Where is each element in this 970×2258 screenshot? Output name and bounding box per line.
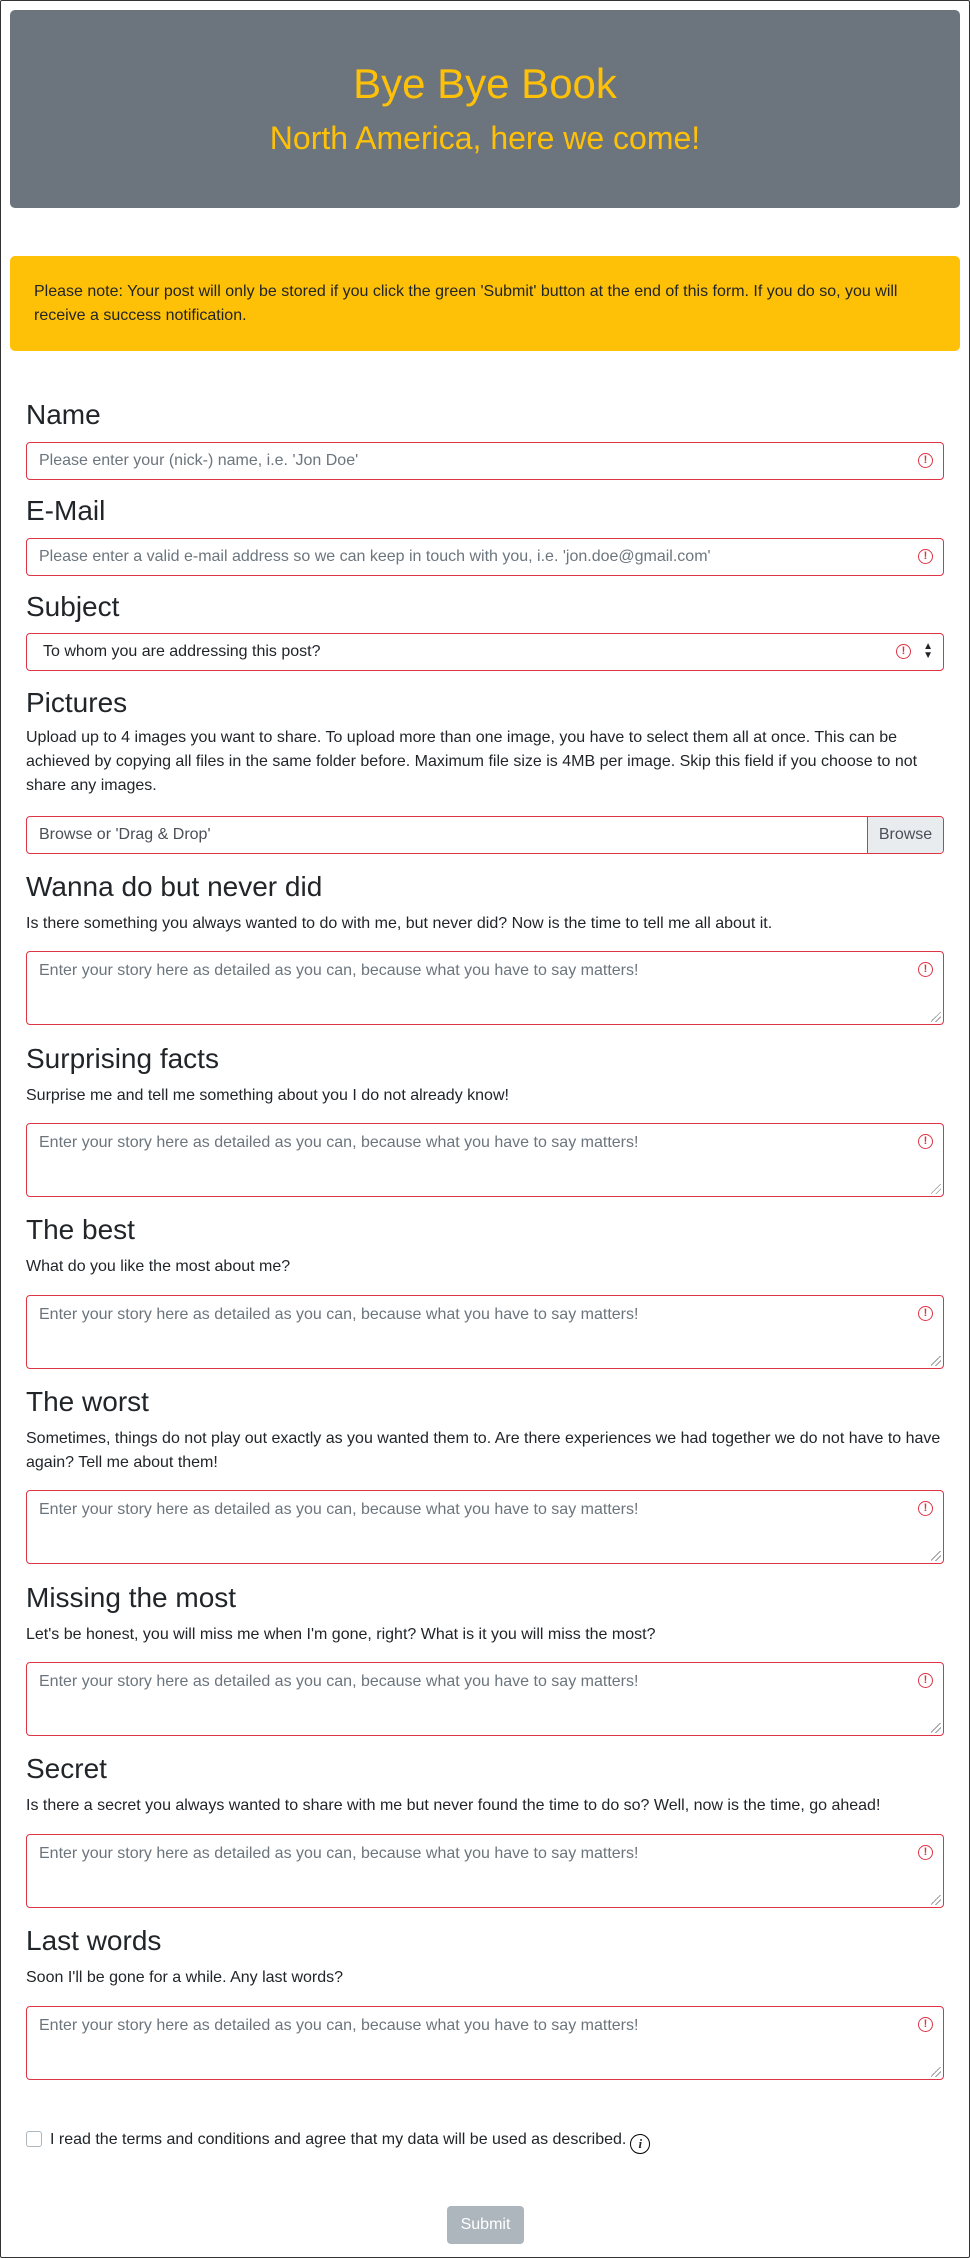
section-label: The best bbox=[26, 1214, 135, 1245]
page-subtitle: North America, here we come! bbox=[269, 120, 701, 156]
invalid-icon: ! bbox=[918, 1673, 933, 1688]
invalid-icon: ! bbox=[918, 1306, 933, 1321]
submit-button[interactable]: Submit bbox=[447, 2206, 524, 2244]
resize-handle[interactable] bbox=[931, 2067, 941, 2077]
invalid-icon: ! bbox=[918, 453, 933, 468]
subject-selected-value: To whom you are addressing this post? bbox=[43, 643, 321, 660]
email-placeholder: Please enter a valid e-mail address so w… bbox=[39, 548, 711, 565]
story-placeholder: Enter your story here as detailed as you… bbox=[39, 1501, 639, 1518]
invalid-icon: ! bbox=[918, 1134, 933, 1149]
section-secret: Secret Is there a secret you always want… bbox=[26, 1752, 944, 1818]
invalid-icon: ! bbox=[918, 2017, 933, 2032]
invalid-icon: ! bbox=[918, 962, 933, 977]
pictures-section: Pictures Upload up to 4 images you want … bbox=[26, 686, 944, 798]
the-worst-textarea[interactable]: Enter your story here as detailed as you… bbox=[26, 1490, 944, 1564]
section-the-best: The best What do you like the most about… bbox=[26, 1213, 944, 1279]
resize-handle[interactable] bbox=[931, 1895, 941, 1905]
terms-checkbox[interactable] bbox=[26, 2131, 42, 2147]
submit-notice-alert: Please note: Your post will only be stor… bbox=[10, 256, 960, 351]
invalid-icon: ! bbox=[918, 549, 933, 564]
section-label: Surprising facts bbox=[26, 1043, 219, 1074]
terms-label: I read the terms and conditions and agre… bbox=[50, 2131, 627, 2148]
email-input[interactable]: Please enter a valid e-mail address so w… bbox=[26, 538, 944, 576]
subject-label: Subject bbox=[26, 591, 120, 622]
invalid-icon: ! bbox=[896, 644, 911, 659]
browse-button[interactable]: Browse bbox=[867, 817, 943, 853]
story-placeholder: Enter your story here as detailed as you… bbox=[39, 1845, 639, 1862]
terms-row: I read the terms and conditions and agre… bbox=[26, 2128, 651, 2154]
email-section: E-Mail bbox=[26, 494, 944, 528]
pictures-file-input[interactable]: Browse or 'Drag & Drop' Browse bbox=[26, 816, 944, 854]
name-input[interactable]: Please enter your (nick-) name, i.e. 'Jo… bbox=[26, 442, 944, 480]
section-the-worst: The worst Sometimes, things do not play … bbox=[26, 1385, 944, 1475]
name-section: Name bbox=[26, 398, 944, 432]
subject-section: Subject bbox=[26, 590, 944, 624]
page-title: Bye Bye Book bbox=[353, 60, 617, 107]
resize-handle[interactable] bbox=[931, 1551, 941, 1561]
name-placeholder: Please enter your (nick-) name, i.e. 'Jo… bbox=[39, 452, 359, 469]
story-placeholder: Enter your story here as detailed as you… bbox=[39, 1306, 639, 1323]
email-label: E-Mail bbox=[26, 495, 106, 526]
surprising-facts-textarea[interactable]: Enter your story here as detailed as you… bbox=[26, 1123, 944, 1197]
section-last-words: Last words Soon I'll be gone for a while… bbox=[26, 1924, 944, 1990]
missing-the-most-textarea[interactable]: Enter your story here as detailed as you… bbox=[26, 1662, 944, 1736]
pictures-description: Upload up to 4 images you want to share.… bbox=[26, 729, 918, 794]
section-description: Is there something you always wanted to … bbox=[26, 915, 773, 932]
pictures-label: Pictures bbox=[26, 687, 128, 718]
invalid-icon: ! bbox=[918, 1845, 933, 1860]
subject-select[interactable]: To whom you are addressing this post? ! … bbox=[26, 633, 944, 671]
the-best-textarea[interactable]: Enter your story here as detailed as you… bbox=[26, 1295, 944, 1369]
resize-handle[interactable] bbox=[931, 1723, 941, 1733]
section-label: Secret bbox=[26, 1753, 107, 1784]
section-wanna-do: Wanna do but never did Is there somethin… bbox=[26, 870, 944, 936]
section-description: Soon I'll be gone for a while. Any last … bbox=[26, 1969, 344, 1986]
section-description: Let's be honest, you will miss me when I… bbox=[26, 1626, 656, 1643]
section-label: Wanna do but never did bbox=[26, 871, 323, 902]
invalid-icon: ! bbox=[918, 1501, 933, 1516]
story-placeholder: Enter your story here as detailed as you… bbox=[39, 962, 639, 979]
story-placeholder: Enter your story here as detailed as you… bbox=[39, 2017, 639, 2034]
page-header: Bye Bye Book North America, here we come… bbox=[10, 10, 960, 208]
resize-handle[interactable] bbox=[931, 1356, 941, 1366]
section-description: What do you like the most about me? bbox=[26, 1258, 291, 1275]
last-words-textarea[interactable]: Enter your story here as detailed as you… bbox=[26, 2006, 944, 2080]
section-description: Is there a secret you always wanted to s… bbox=[26, 1797, 881, 1814]
info-icon[interactable]: i bbox=[630, 2134, 651, 2154]
section-missing-the-most: Missing the most Let's be honest, you wi… bbox=[26, 1581, 944, 1647]
secret-textarea[interactable]: Enter your story here as detailed as you… bbox=[26, 1834, 944, 1908]
select-arrows-icon: ▲ ▼ bbox=[923, 641, 933, 661]
story-placeholder: Enter your story here as detailed as you… bbox=[39, 1134, 639, 1151]
resize-handle[interactable] bbox=[931, 1012, 941, 1022]
section-label: Missing the most bbox=[26, 1582, 237, 1613]
section-description: Surprise me and tell me something about … bbox=[26, 1087, 509, 1104]
wanna-do-textarea[interactable]: Enter your story here as detailed as you… bbox=[26, 951, 944, 1025]
section-surprising-facts: Surprising facts Surprise me and tell me… bbox=[26, 1042, 944, 1108]
section-label: Last words bbox=[26, 1925, 162, 1956]
section-label: The worst bbox=[26, 1386, 149, 1417]
story-placeholder: Enter your story here as detailed as you… bbox=[39, 1673, 639, 1690]
resize-handle[interactable] bbox=[931, 1184, 941, 1194]
name-label: Name bbox=[26, 399, 101, 430]
file-placeholder: Browse or 'Drag & Drop' bbox=[39, 826, 211, 843]
section-description: Sometimes, things do not play out exactl… bbox=[26, 1430, 941, 1471]
